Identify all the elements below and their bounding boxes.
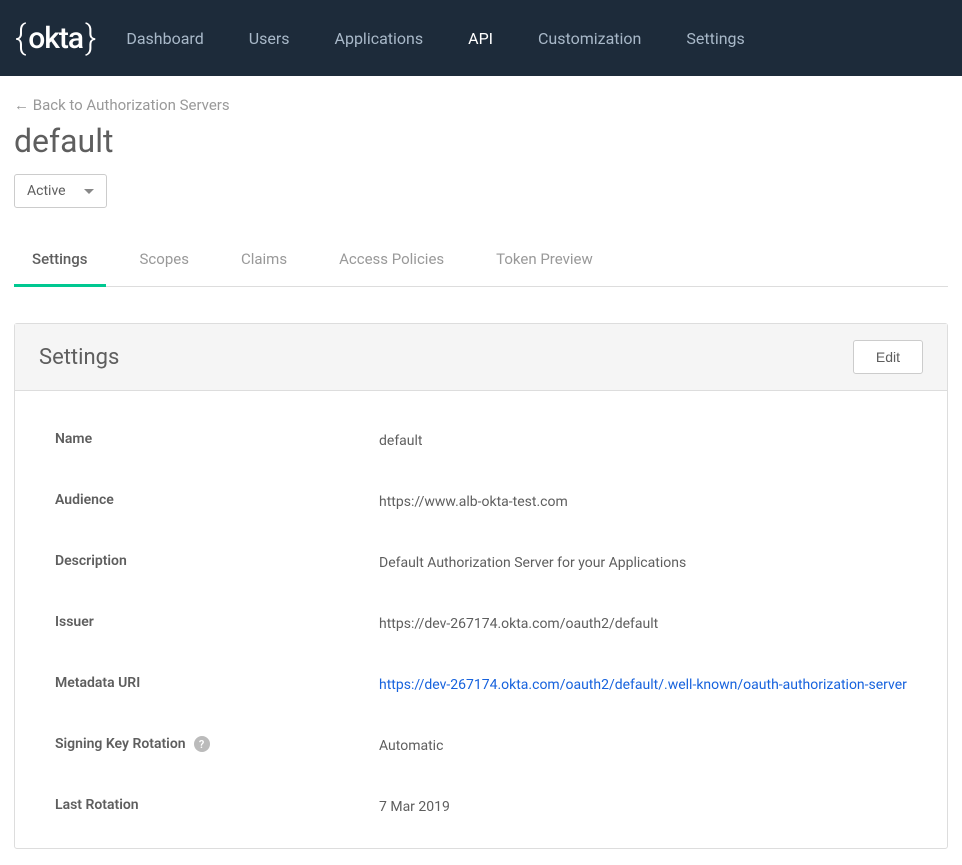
edit-button[interactable]: Edit <box>853 340 923 374</box>
breadcrumb-back[interactable]: ← Back to Authorization Servers <box>14 96 948 114</box>
top-navigation: { okta } Dashboard Users Applications AP… <box>0 0 962 76</box>
field-label-description: Description <box>55 553 379 574</box>
brand-logo[interactable]: { okta } <box>15 18 96 58</box>
field-metadata-uri: Metadata URI https://dev-267174.okta.com… <box>55 675 907 696</box>
nav-api[interactable]: API <box>468 29 493 48</box>
metadata-uri-link[interactable]: https://dev-267174.okta.com/oauth2/defau… <box>379 677 907 693</box>
field-description: Description Default Authorization Server… <box>55 553 907 574</box>
field-value-name: default <box>379 431 907 452</box>
nav-settings[interactable]: Settings <box>686 29 744 48</box>
field-issuer: Issuer https://dev-267174.okta.com/oauth… <box>55 614 907 635</box>
nav-customization[interactable]: Customization <box>538 29 641 48</box>
field-value-audience: https://www.alb-okta-test.com <box>379 492 907 513</box>
status-dropdown[interactable]: Active <box>14 174 107 208</box>
field-value-description: Default Authorization Server for your Ap… <box>379 553 907 574</box>
tab-scopes[interactable]: Scopes <box>140 250 189 286</box>
tab-settings[interactable]: Settings <box>32 250 88 286</box>
field-label-last-rotation: Last Rotation <box>55 797 379 818</box>
field-value-signing-key-rotation: Automatic <box>379 736 907 757</box>
page-content: ← Back to Authorization Servers default … <box>0 76 962 849</box>
field-label-metadata-uri: Metadata URI <box>55 675 379 696</box>
tab-claims[interactable]: Claims <box>241 250 287 286</box>
field-last-rotation: Last Rotation 7 Mar 2019 <box>55 797 907 818</box>
brace-right-icon: } <box>85 18 96 58</box>
brand-text: okta <box>26 21 85 56</box>
tab-access-policies[interactable]: Access Policies <box>339 250 444 286</box>
settings-panel: Settings Edit Name default Audience http… <box>14 323 948 849</box>
field-audience: Audience https://www.alb-okta-test.com <box>55 492 907 513</box>
field-name: Name default <box>55 431 907 452</box>
help-icon[interactable]: ? <box>194 736 210 752</box>
field-value-metadata-uri: https://dev-267174.okta.com/oauth2/defau… <box>379 675 907 696</box>
page-title: default <box>14 122 948 160</box>
field-label-signing-key-rotation: Signing Key Rotation ? <box>55 736 379 757</box>
field-label-name: Name <box>55 431 379 452</box>
nav-dashboard[interactable]: Dashboard <box>126 29 203 48</box>
tab-token-preview[interactable]: Token Preview <box>496 250 593 286</box>
field-value-last-rotation: 7 Mar 2019 <box>379 797 907 818</box>
field-label-issuer: Issuer <box>55 614 379 635</box>
signing-key-rotation-text: Signing Key Rotation <box>55 736 186 752</box>
caret-down-icon <box>84 189 94 194</box>
nav-users[interactable]: Users <box>249 29 290 48</box>
nav-items: Dashboard Users Applications API Customi… <box>126 29 744 48</box>
brace-left-icon: { <box>15 18 26 58</box>
field-value-issuer: https://dev-267174.okta.com/oauth2/defau… <box>379 614 907 635</box>
field-signing-key-rotation: Signing Key Rotation ? Automatic <box>55 736 907 757</box>
nav-applications[interactable]: Applications <box>335 29 424 48</box>
field-label-audience: Audience <box>55 492 379 513</box>
status-dropdown-label: Active <box>27 183 66 199</box>
panel-header: Settings Edit <box>15 324 947 391</box>
tab-bar: Settings Scopes Claims Access Policies T… <box>14 250 948 287</box>
panel-body: Name default Audience https://www.alb-ok… <box>15 391 947 848</box>
panel-title: Settings <box>39 345 119 370</box>
